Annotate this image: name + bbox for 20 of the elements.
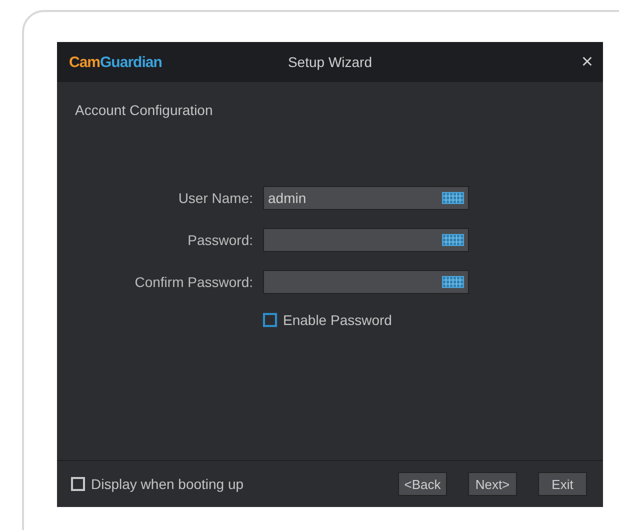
close-button[interactable]: × — [579, 50, 595, 74]
field-label: Password: — [186, 232, 253, 248]
keyboard-icon[interactable] — [442, 192, 464, 204]
field-label: User Name: — [177, 190, 253, 206]
wizard-button[interactable]: <Back — [398, 472, 447, 496]
logo: CamGuardian — [69, 54, 162, 70]
wizard-button[interactable]: Exit — [538, 472, 587, 496]
section-title: Account Configuration — [75, 102, 214, 118]
keyboard-icon[interactable] — [442, 276, 464, 288]
checkbox[interactable] — [263, 313, 277, 327]
keyboard-icon[interactable] — [442, 234, 464, 246]
input-field[interactable] — [263, 270, 469, 294]
wizard-button[interactable]: Next> — [468, 472, 517, 496]
field-label: Confirm Password: — [134, 274, 253, 290]
checkbox[interactable] — [71, 477, 85, 491]
window-title: Setup Wizard — [288, 54, 372, 70]
checkbox-label: Enable Password — [283, 312, 392, 328]
input-field[interactable]: admin — [263, 186, 469, 210]
input-field[interactable] — [263, 228, 469, 252]
checkbox-label: Display when booting up — [91, 476, 244, 492]
